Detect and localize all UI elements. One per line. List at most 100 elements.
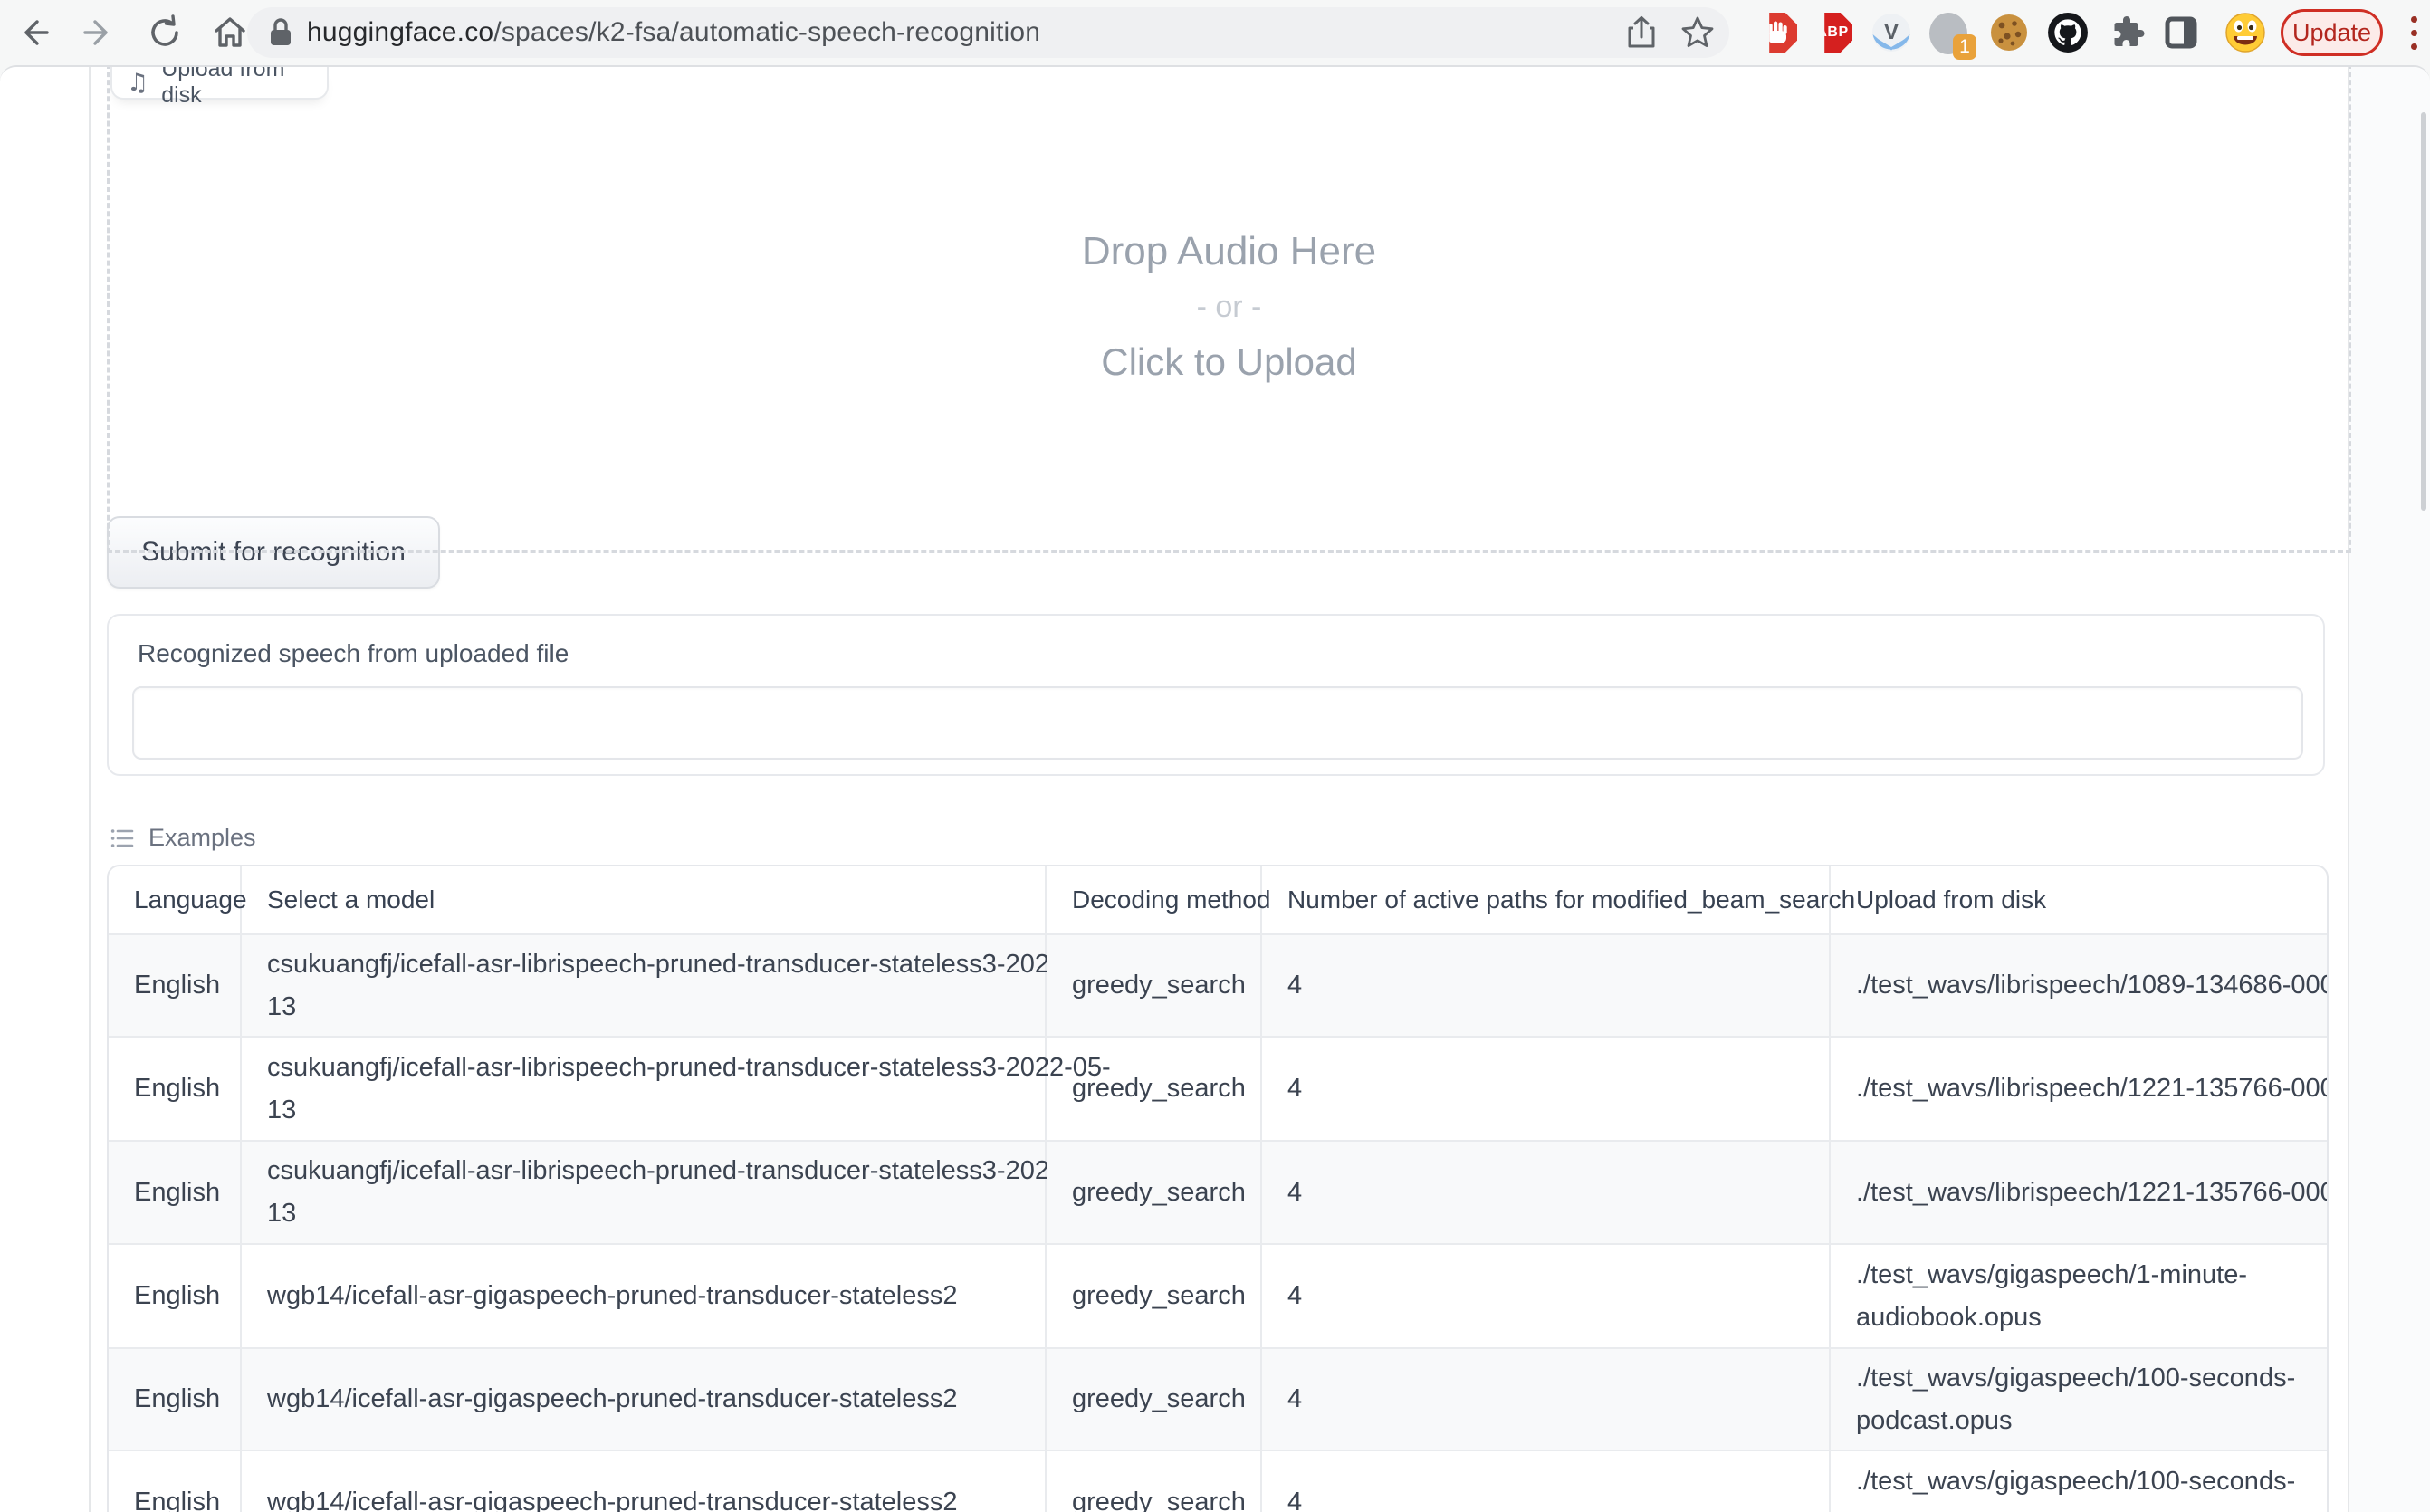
web-page: Drop Audio Here - or - Click to Upload ♫… bbox=[0, 65, 2430, 1512]
cell-line: 4 bbox=[1287, 1172, 1829, 1214]
cell-line: greedy_search bbox=[1072, 1172, 1260, 1214]
table-cell[interactable]: ./test_wavs/gigaspeech/1-minute-audioboo… bbox=[1831, 1245, 2329, 1349]
puzzle-icon bbox=[2108, 14, 2146, 52]
cell-line: 13 bbox=[267, 986, 1045, 1029]
table-cell[interactable]: wgb14/icefall-asr-gigaspeech-pruned-tran… bbox=[242, 1451, 1047, 1512]
back-button[interactable] bbox=[13, 13, 53, 53]
github-extension-icon[interactable] bbox=[2046, 11, 2090, 54]
cookie-extension-icon[interactable] bbox=[1987, 11, 2031, 54]
table-cell[interactable]: English bbox=[109, 935, 242, 1038]
address-bar[interactable]: huggingface.co/spaces/k2-fsa/automatic-s… bbox=[247, 7, 1729, 58]
table-cell[interactable]: wgb14/icefall-asr-gigaspeech-pruned-tran… bbox=[242, 1349, 1047, 1451]
svg-text:V: V bbox=[1884, 20, 1899, 44]
browser-toolbar: huggingface.co/spaces/k2-fsa/automatic-s… bbox=[0, 0, 2430, 65]
page-right-gutter bbox=[2349, 67, 2430, 1512]
extensions-puzzle-icon[interactable] bbox=[2105, 11, 2148, 54]
side-panel-icon[interactable] bbox=[2159, 11, 2203, 54]
table-cell[interactable]: English bbox=[109, 1038, 242, 1142]
adblock-extension-icon[interactable] bbox=[1756, 11, 1799, 54]
cell-line: 13 bbox=[267, 1089, 1045, 1132]
github-icon bbox=[2047, 12, 2089, 53]
abp-extension-icon[interactable]: ABP bbox=[1811, 11, 1854, 54]
chrome-update-button[interactable]: Update bbox=[2281, 9, 2383, 56]
table-cell[interactable]: 4 bbox=[1262, 1451, 1831, 1512]
bookmark-star-icon[interactable] bbox=[1680, 15, 1715, 50]
cell-line: English bbox=[134, 1067, 240, 1110]
table-row[interactable]: Englishcsukuangfj/icefall-asr-librispeec… bbox=[109, 1142, 2327, 1245]
cell-line: csukuangfj/icefall-asr-librispeech-prune… bbox=[267, 943, 1045, 986]
cell-line: greedy_search bbox=[1072, 1378, 1260, 1421]
table-cell[interactable]: greedy_search bbox=[1047, 1451, 1262, 1512]
hand-stop-icon bbox=[1757, 13, 1797, 53]
table-row[interactable]: English csukuangfj/icefall-asr-librispeec… bbox=[109, 935, 2327, 1038]
table-cell[interactable]: greedy_search bbox=[1047, 1245, 1262, 1349]
cell-line: ./test_wavs/librispeech/1089-134686-0001… bbox=[1856, 964, 2329, 1007]
table-cell[interactable]: ./test_wavs/gigaspeech/100-seconds-podca… bbox=[1831, 1451, 2329, 1512]
table-cell[interactable]: 4 bbox=[1262, 1245, 1831, 1349]
cell-line: 4 bbox=[1287, 1378, 1829, 1421]
cell-line: wgb14/icefall-asr-gigaspeech-pruned-tran… bbox=[267, 1275, 1045, 1317]
table-cell[interactable]: English bbox=[109, 1349, 242, 1451]
table-cell[interactable]: 4 bbox=[1262, 1038, 1831, 1142]
table-cell[interactable]: ./test_wavs/gigaspeech/100-seconds-podca… bbox=[1831, 1349, 2329, 1451]
browser-menu-button[interactable] bbox=[2404, 11, 2424, 54]
table-cell[interactable]: greedy_search bbox=[1047, 1142, 1262, 1245]
url-domain: huggingface.co bbox=[307, 17, 493, 47]
table-row[interactable]: Englishwgb14/icefall-asr-gigaspeech-prun… bbox=[109, 1349, 2327, 1451]
cell-line: audiobook.opus bbox=[1856, 1297, 2329, 1339]
table-cell[interactable]: csukuangfj/icefall-asr-librispeech-prune… bbox=[242, 935, 1047, 1038]
table-cell[interactable]: 4 bbox=[1262, 935, 1831, 1038]
examples-label: Examples bbox=[148, 824, 256, 852]
recognized-speech-textbox[interactable] bbox=[132, 686, 2303, 760]
v-circle-icon: V bbox=[1871, 13, 1911, 53]
table-cell[interactable]: ./test_wavs/librispeech/1089-134686-0001… bbox=[1831, 935, 2329, 1038]
cell-line: greedy_search bbox=[1072, 1067, 1260, 1110]
url-text[interactable]: huggingface.co/spaces/k2-fsa/automatic-s… bbox=[307, 17, 1040, 48]
notification-badge: 1 bbox=[1953, 34, 1976, 60]
table-cell[interactable]: csukuangfj/icefall-asr-librispeech-prune… bbox=[242, 1142, 1047, 1245]
table-cell[interactable]: English bbox=[109, 1245, 242, 1349]
column-header: Select a model bbox=[242, 866, 1047, 935]
table-row[interactable]: Englishwgb14/icefall-asr-gigaspeech-prun… bbox=[109, 1451, 2327, 1512]
table-row[interactable]: Englishcsukuangfj/icefall-asr-librispeec… bbox=[109, 1038, 2327, 1142]
output-label: Recognized speech from uploaded file bbox=[138, 639, 569, 668]
tab-label: Upload from disk bbox=[161, 65, 327, 109]
column-header: Language bbox=[109, 866, 242, 935]
profile-extension-icon[interactable]: 1 bbox=[1928, 11, 1971, 54]
cookie-icon bbox=[1989, 13, 2029, 53]
table-cell[interactable]: English bbox=[109, 1142, 242, 1245]
panel-icon bbox=[2161, 13, 2201, 53]
back-icon bbox=[14, 14, 51, 51]
reload-button[interactable] bbox=[145, 13, 185, 53]
cell-line: ./test_wavs/librispeech/1221-135766-0001… bbox=[1856, 1067, 2329, 1110]
cell-line: 4 bbox=[1287, 1275, 1829, 1317]
cell-line: English bbox=[134, 1378, 240, 1421]
table-cell[interactable]: greedy_search bbox=[1047, 935, 1262, 1038]
table-cell[interactable]: ./test_wavs/librispeech/1221-135766-0002… bbox=[1831, 1142, 2329, 1245]
dropzone-line2: - or - bbox=[1197, 281, 1262, 333]
table-cell[interactable]: csukuangfj/icefall-asr-librispeech-prune… bbox=[242, 1038, 1047, 1142]
table-cell[interactable]: greedy_search bbox=[1047, 1349, 1262, 1451]
table-cell[interactable]: 4 bbox=[1262, 1349, 1831, 1451]
v-extension-icon[interactable]: V bbox=[1870, 11, 1913, 54]
smiley-extension-icon[interactable] bbox=[2224, 11, 2267, 54]
cell-line: podcast.opus bbox=[1856, 1400, 2329, 1442]
table-cell[interactable]: English bbox=[109, 1451, 242, 1512]
home-button[interactable] bbox=[210, 13, 250, 53]
home-icon bbox=[211, 14, 249, 52]
music-note-icon: ♫ bbox=[127, 71, 148, 95]
table-cell[interactable]: ./test_wavs/librispeech/1221-135766-0001… bbox=[1831, 1038, 2329, 1142]
table-cell[interactable]: greedy_search bbox=[1047, 1038, 1262, 1142]
column-header: Upload from disk bbox=[1831, 866, 2329, 935]
scrollbar-thumb[interactable] bbox=[2421, 112, 2426, 511]
table-cell[interactable]: 4 bbox=[1262, 1142, 1831, 1245]
share-icon[interactable] bbox=[1626, 15, 1657, 50]
table-row[interactable]: English wgb14/icefall-asr-gigaspeech-prun… bbox=[109, 1245, 2327, 1349]
examples-list-icon bbox=[110, 827, 134, 850]
reload-icon bbox=[146, 14, 184, 52]
table-cell[interactable]: wgb14/icefall-asr-gigaspeech-pruned-tran… bbox=[242, 1245, 1047, 1349]
forward-button[interactable] bbox=[80, 13, 120, 53]
audio-dropzone[interactable]: Drop Audio Here - or - Click to Upload bbox=[107, 65, 2351, 553]
tab-upload-from-disk[interactable]: ♫ Upload from disk bbox=[110, 67, 329, 100]
cell-line: ./test_wavs/gigaspeech/100-seconds- bbox=[1856, 1357, 2329, 1400]
